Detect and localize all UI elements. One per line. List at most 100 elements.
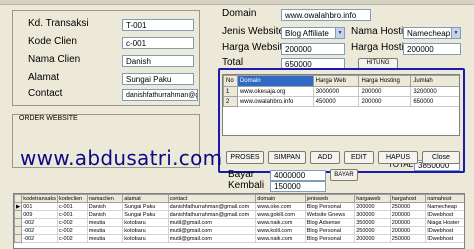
table-cell: danishfathurrahman@gmail.com [167,210,257,219]
table-cell: 001 [21,202,58,211]
nama-hosting-value: Namecheap [407,29,451,38]
current-row-indicator-icon: ▶ [14,202,23,211]
col-header[interactable]: domain [255,194,306,203]
table-cell: 650000 [410,96,459,107]
chevron-down-icon[interactable]: ▼ [335,28,344,38]
table-row[interactable]: 009 c-001 Danish Sungai Paku danishfathu… [14,210,464,219]
table-cell: meutia [86,226,124,235]
bayar-button[interactable]: BAYAR [330,169,358,181]
table-cell: c-001 [56,210,88,219]
table-cell: -002 [21,226,58,235]
chevron-down-icon[interactable]: ▼ [451,28,460,38]
row-header [14,234,23,243]
table-cell: 200000 [354,202,391,211]
col-header[interactable]: contact [167,194,257,203]
order-website-label: ORDER WEBSITE [17,115,80,122]
kode-clien-field[interactable]: c-001 [122,37,194,49]
table-cell: 1 [223,86,238,97]
table-cell: 200000 [389,218,427,227]
table-cell: c-002 [56,234,88,243]
proses-button[interactable]: PROSES [226,151,264,164]
harga-website-field[interactable]: 200000 [281,43,345,55]
table-row[interactable]: -002 c-002 meutia kotobaru mutil@gmail.c… [14,234,464,243]
table-cell: c-002 [56,218,88,227]
table-cell: www.kolil.com [255,226,306,235]
simpan-button[interactable]: SIMPAN [268,151,306,164]
table-cell: 3200000 [410,86,459,97]
cart-table-header: No Domain Harga Web Harga Hosting Jumlah [223,75,459,87]
col-header[interactable]: namaclien [86,194,124,203]
bayar-field[interactable]: 4000000 [270,170,326,181]
table-cell: Namecheap [425,202,464,211]
kode-clien-label: Kode Clien [28,36,77,47]
table-cell: 3000000 [312,86,360,97]
table-cell: IDwebhost [425,210,464,219]
domain-field[interactable]: www.owalahbro.info [281,9,371,21]
table-cell: 200000 [358,86,412,97]
table-cell: -002 [21,234,58,243]
table-row[interactable]: -002 c-002 meutia kotobaru mutil@gmail.c… [14,226,464,235]
col-header[interactable]: kodetransaks [21,194,58,203]
bayar-label: Bayar [228,169,255,180]
add-button[interactable]: ADD [310,151,340,164]
table-cell: www.owalahbro.info [236,96,314,107]
separator [0,4,474,5]
table-cell: www.okesaja.org [236,86,314,97]
nama-clien-field[interactable]: Danish [122,55,194,67]
table-cell: 2 [223,96,238,107]
kd-transaksi-field[interactable]: T-001 [122,19,194,31]
table-cell: Website Gnews [304,210,356,219]
table-cell: Sungai Paku [122,202,169,211]
nama-hosting-select[interactable]: Namecheap ▼ [403,27,461,39]
table-cell: mutil@gmail.com [167,218,257,227]
edit-button[interactable]: EDIT [344,151,374,164]
table-cell: meutia [86,218,124,227]
contact-field[interactable]: danishfathurrahman@gmail.com [122,89,198,101]
table-row[interactable]: ▶ 001 c-001 Danish Sungai Paku danishfat… [14,202,464,211]
table-row[interactable]: 2 www.owalahbro.info 450000 200000 65000… [223,96,459,107]
kembali-field[interactable]: 150000 [270,181,326,192]
table-cell: Blog Personal [304,234,356,243]
table-cell: www.naik.com [255,234,306,243]
col-header[interactable]: Harga Hosting [358,75,412,87]
table-row[interactable]: 1 www.okesaja.org 3000000 200000 3200000 [223,86,459,97]
col-header[interactable]: No [223,75,238,87]
row-header-corner [14,194,23,203]
table-cell: danishfathurrahman@gmail.com [167,202,257,211]
table-cell: Niaga Hoster [425,218,464,227]
col-header[interactable]: Domain [236,75,314,87]
table-row[interactable]: -002 c-002 meutia kotobaru mutil@gmail.c… [14,218,464,227]
col-header[interactable]: Jumlah [410,75,459,87]
col-header[interactable]: hargaweb [354,194,391,203]
col-header[interactable]: alamat [122,194,169,203]
col-header[interactable]: Harga Web [312,75,360,87]
close-button[interactable]: Close [422,151,460,164]
domain-label: Domain [222,8,257,19]
table-cell: 009 [21,210,58,219]
watermark-text: www.abdusatri.com [20,146,223,170]
records-table[interactable]: kodetransaks kodeclien namaclien alamat … [13,193,465,249]
table-cell: 200000 [354,234,391,243]
table-cell: Blog Adsense [304,218,356,227]
table-cell: Danish [86,210,124,219]
table-cell: kotobaru [122,218,169,227]
jenis-website-select[interactable]: Blog Affiliate ▼ [281,27,345,39]
harga-hosting-field[interactable]: 200000 [403,43,461,55]
alamat-label: Alamat [28,72,60,83]
table-cell: mutil@gmail.com [167,234,257,243]
records-table-header: kodetransaks kodeclien namaclien alamat … [14,194,464,203]
hapus-button[interactable]: HAPUS [378,151,418,164]
col-header[interactable]: kodeclien [56,194,88,203]
table-cell: meutia [86,234,124,243]
row-header [14,210,23,219]
table-cell: 450000 [312,96,360,107]
jenis-website-label: Jenis Website [222,26,285,37]
col-header[interactable]: namahost [425,194,464,203]
col-header[interactable]: jenisweb [304,194,356,203]
alamat-field[interactable]: Sungai Paku [122,73,194,85]
table-cell: c-001 [56,202,88,211]
row-header [14,218,23,227]
col-header[interactable]: hargahost [389,194,427,203]
row-header [14,226,23,235]
cart-table[interactable]: No Domain Harga Web Harga Hosting Jumlah… [222,74,460,136]
